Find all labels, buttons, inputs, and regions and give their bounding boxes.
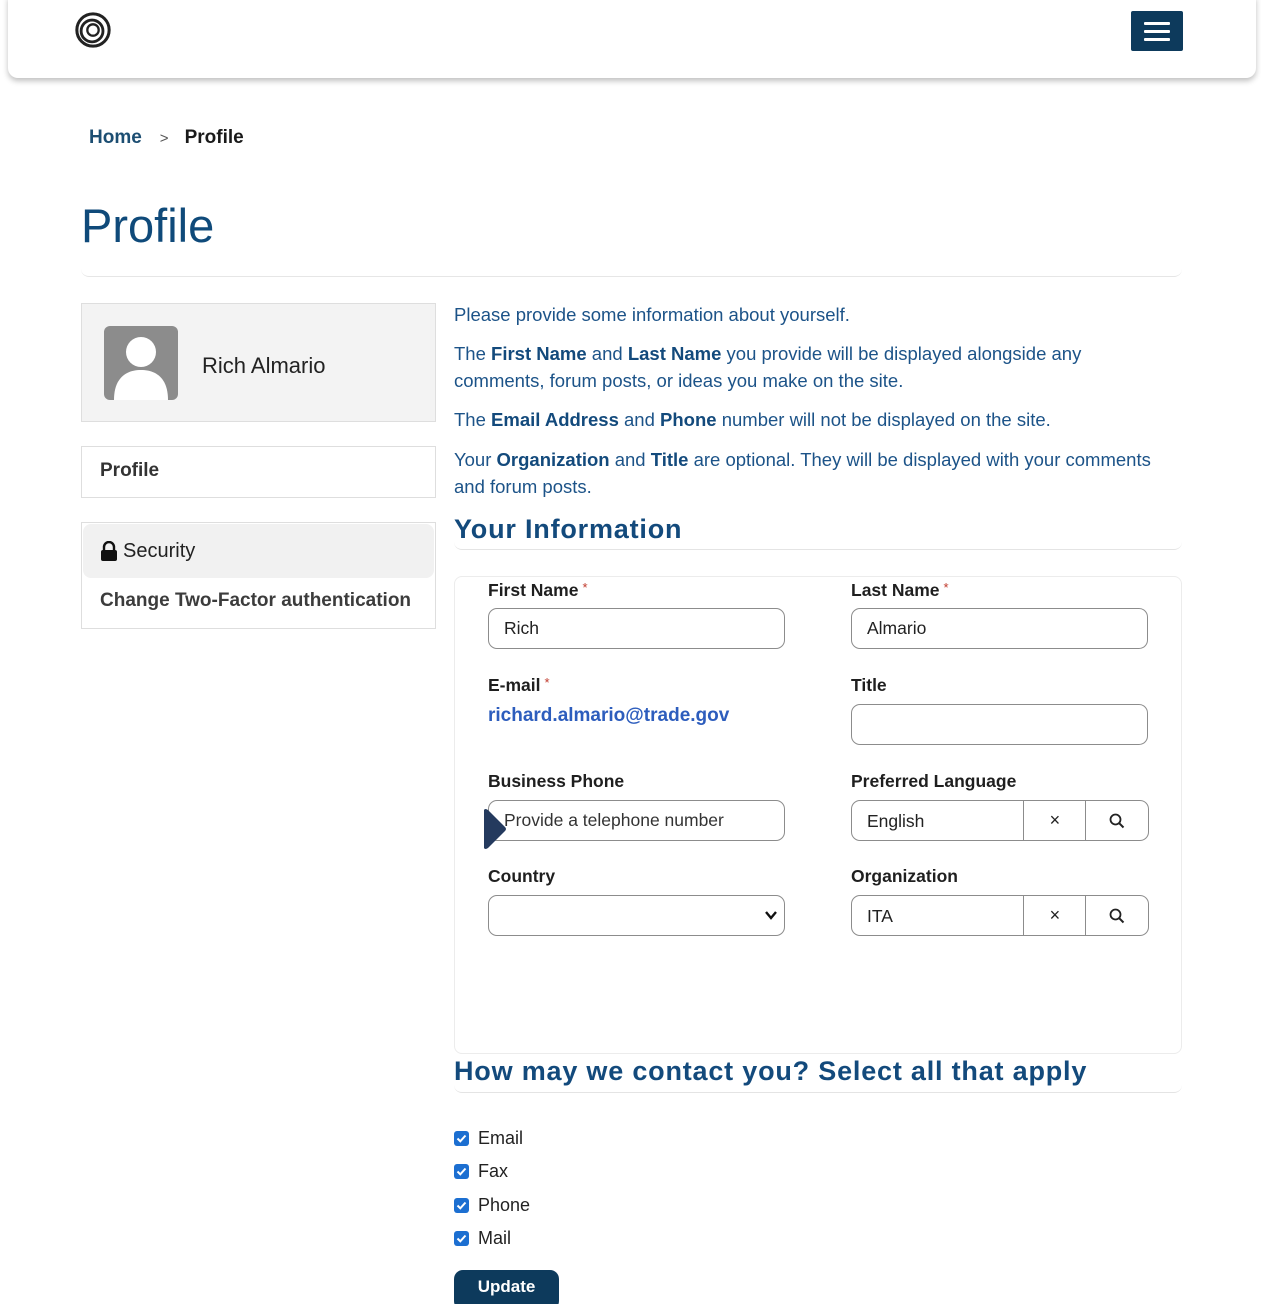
first-name-label: First Name * bbox=[488, 580, 588, 600]
contact-option-label: Email bbox=[478, 1128, 524, 1148]
country-label: Country bbox=[488, 866, 556, 886]
search-icon bbox=[1109, 813, 1125, 828]
last-name-label: Last Name * bbox=[851, 580, 949, 600]
intro-paragraph-optional: Your Organization and Title are optional… bbox=[454, 449, 1151, 497]
title-label: Title bbox=[851, 675, 887, 695]
intro-line-1: Please provide some information about yo… bbox=[454, 304, 850, 325]
page-title: Profile bbox=[81, 199, 215, 252]
hamburger-menu-icon bbox=[1144, 21, 1170, 25]
user-name: Rich Almario bbox=[202, 353, 326, 378]
intro-paragraph-contact: The Email Address and Phone number will … bbox=[454, 409, 1051, 430]
organization-value[interactable]: ITA bbox=[852, 896, 1025, 935]
user-card: Rich Almario bbox=[81, 303, 436, 422]
sidebar-security-heading: Security bbox=[83, 524, 434, 578]
last-name-input[interactable] bbox=[851, 608, 1148, 649]
preferred-language-lookup: English × bbox=[851, 800, 1149, 841]
contact-option-email[interactable]: Email bbox=[454, 1128, 523, 1149]
checkbox-checked-icon[interactable] bbox=[454, 1231, 469, 1246]
breadcrumb-home-link[interactable]: Home bbox=[89, 127, 142, 149]
preferred-language-label: Preferred Language bbox=[851, 771, 1017, 791]
user-avatar-icon bbox=[104, 326, 178, 400]
security-label: Security bbox=[123, 539, 196, 562]
email-value-link[interactable]: richard.almario@trade.gov bbox=[488, 705, 729, 727]
email-label: E-mail * bbox=[488, 675, 550, 695]
close-icon: × bbox=[1049, 905, 1061, 925]
breadcrumb-current: Profile bbox=[184, 127, 244, 148]
preferred-language-search-button[interactable] bbox=[1085, 801, 1148, 840]
section-divider bbox=[454, 540, 1182, 550]
contact-option-label: Mail bbox=[478, 1228, 512, 1248]
title-input[interactable] bbox=[851, 704, 1148, 745]
country-select[interactable] bbox=[488, 895, 785, 936]
site-logo-icon[interactable] bbox=[74, 11, 112, 49]
contact-option-label: Fax bbox=[478, 1161, 509, 1181]
sidebar-item-profile[interactable]: Profile bbox=[81, 446, 436, 498]
close-icon: × bbox=[1049, 810, 1061, 830]
search-icon bbox=[1109, 908, 1125, 923]
pointer-arrow-icon bbox=[484, 809, 506, 849]
checkbox-checked-icon[interactable] bbox=[454, 1131, 469, 1146]
sidebar-item-two-factor[interactable]: Change Two-Factor authentication bbox=[100, 590, 411, 612]
organization-clear-button[interactable]: × bbox=[1024, 896, 1085, 935]
first-name-input[interactable] bbox=[488, 608, 785, 649]
contact-option-fax[interactable]: Fax bbox=[454, 1161, 508, 1182]
hamburger-menu-button[interactable] bbox=[1131, 11, 1183, 51]
contact-option-phone[interactable]: Phone bbox=[454, 1195, 530, 1216]
chevron-down-icon bbox=[765, 911, 777, 920]
organization-search-button[interactable] bbox=[1085, 896, 1148, 935]
contact-option-mail[interactable]: Mail bbox=[454, 1228, 511, 1249]
preferred-language-clear-button[interactable]: × bbox=[1024, 801, 1085, 840]
organization-label: Organization bbox=[851, 866, 958, 886]
intro-paragraph-names: The First Name and Last Name you provide… bbox=[454, 343, 1082, 391]
section-divider bbox=[454, 1083, 1182, 1093]
sidebar-security-panel: Security Change Two-Factor authenticatio… bbox=[81, 522, 436, 629]
breadcrumb-separator: > bbox=[159, 129, 169, 147]
update-button[interactable]: Update bbox=[454, 1270, 559, 1304]
checkbox-checked-icon[interactable] bbox=[454, 1198, 469, 1213]
breadcrumb: Home > Profile bbox=[89, 127, 244, 149]
lock-icon bbox=[101, 541, 117, 561]
business-phone-label: Business Phone bbox=[488, 771, 625, 791]
organization-lookup: ITA × bbox=[851, 895, 1149, 936]
checkbox-checked-icon[interactable] bbox=[454, 1164, 469, 1179]
preferred-language-value[interactable]: English bbox=[852, 801, 1025, 840]
site-header bbox=[8, 0, 1256, 78]
title-divider bbox=[81, 265, 1182, 277]
contact-option-label: Phone bbox=[478, 1195, 531, 1215]
business-phone-input[interactable] bbox=[488, 800, 785, 841]
